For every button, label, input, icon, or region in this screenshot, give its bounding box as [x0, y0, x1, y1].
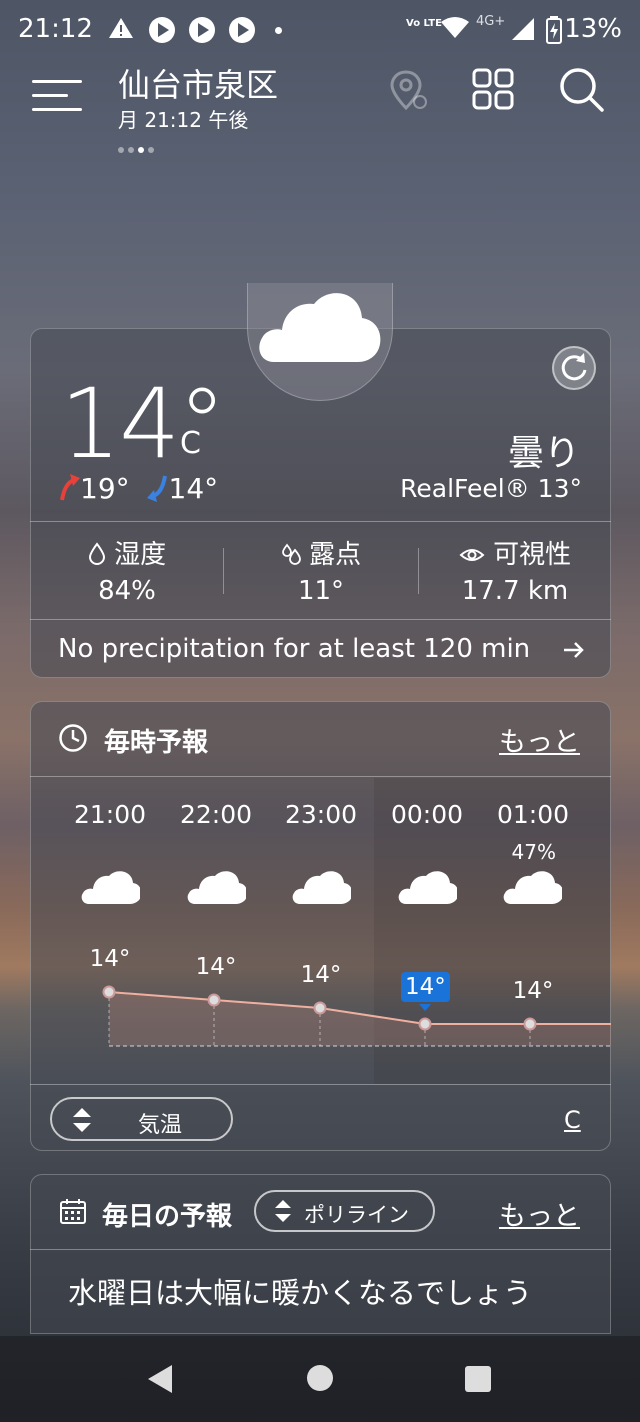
hour-temperature: 14° [89, 946, 131, 972]
temperature-point[interactable] [313, 1001, 327, 1015]
metric-toggle-label: 気温 [138, 1113, 183, 1138]
high-low: 19° 14° [58, 472, 218, 505]
temperature-unit: C [180, 426, 201, 461]
cloud-icon [503, 871, 562, 904]
warning-icon [109, 18, 133, 38]
home-icon[interactable] [306, 1364, 334, 1392]
droplet-icon [88, 542, 105, 565]
up-down-arrows-icon [73, 1108, 91, 1132]
unit-toggle[interactable]: C [564, 1106, 581, 1134]
daily-view-toggle[interactable]: ポリライン [254, 1190, 435, 1232]
selected-hour-temperature: 14° [401, 972, 450, 1002]
humidity-label: 湿度 [30, 534, 224, 571]
recents-icon[interactable] [464, 1365, 492, 1393]
humidity-label-text: 湿度 [114, 540, 167, 570]
badge-pointer [419, 1004, 431, 1011]
current-temperature: 14° [60, 368, 226, 480]
hourly-title: 毎時予報 [104, 728, 209, 758]
back-icon[interactable] [146, 1364, 174, 1394]
menu-button[interactable] [28, 74, 88, 118]
search-icon[interactable] [558, 66, 606, 114]
daily-more-link[interactable]: もっと [499, 1194, 580, 1233]
condition-text: 曇り [507, 433, 580, 474]
play-notification-icon [229, 17, 255, 43]
selected-hour-badge: 14° [401, 972, 450, 1002]
play-notification-icon [149, 17, 175, 43]
card-divider [30, 1249, 611, 1250]
daily-title: 毎日の予報 [102, 1202, 233, 1232]
card-divider [30, 521, 611, 522]
card-divider [30, 1084, 611, 1085]
cloud-icon [398, 871, 457, 904]
more-notifications-dot [275, 27, 282, 34]
up-down-arrows-icon [275, 1200, 291, 1222]
hour-time[interactable]: 23:00 [268, 800, 374, 829]
hour-temperature: 14° [195, 954, 237, 980]
calendar-icon [60, 1199, 86, 1224]
cloud-icon [259, 293, 381, 362]
visibility-label: 可視性 [418, 534, 612, 571]
hourly-more-link[interactable]: もっと [499, 720, 580, 759]
menu-icon-line [32, 94, 68, 97]
cloud-icon [81, 871, 140, 904]
daily-view-label: ポリライン [304, 1203, 409, 1227]
hour-time[interactable]: 21:00 [57, 800, 163, 829]
visibility-label-text: 可視性 [493, 540, 572, 570]
temperature-point[interactable] [207, 993, 221, 1007]
temperature-point[interactable] [102, 985, 116, 999]
humidity-value: 84% [98, 576, 156, 606]
refresh-icon [561, 353, 587, 381]
dewpoint-label-text: 露点 [309, 540, 362, 570]
arrow-right-icon[interactable] [562, 640, 586, 660]
menu-icon [32, 80, 82, 83]
visibility-value: 17.7 km [461, 576, 569, 606]
hour-temperature: 14° [300, 962, 342, 988]
system-nav-bar [0, 1336, 640, 1422]
high-arrow-icon [60, 474, 80, 501]
network-type: 4G+ [476, 14, 506, 29]
play-notification-icon [189, 17, 215, 43]
cloud-icon [292, 871, 351, 904]
card-divider [30, 776, 611, 777]
refresh-button[interactable] [552, 346, 596, 390]
temperature-point[interactable] [418, 1017, 432, 1031]
location-page-indicator [118, 138, 158, 157]
clock-icon [59, 724, 87, 752]
temperature-point[interactable] [523, 1017, 537, 1031]
status-time: 21:12 [18, 14, 93, 44]
dewpoint-value: 11° [297, 576, 345, 606]
hour-time[interactable]: 22:00 [163, 800, 269, 829]
local-datetime: 月 21:12 午後 [118, 108, 249, 132]
battery-charging-icon [546, 16, 562, 44]
high-temperature: 19° [80, 472, 130, 505]
precipitation-forecast[interactable]: No precipitation for at least 120 min [58, 634, 530, 664]
dew-icon [281, 543, 301, 565]
eye-icon [459, 549, 485, 561]
signal-icon [512, 18, 534, 40]
realfeel: RealFeel® 13° [400, 474, 582, 503]
wifi-icon [441, 17, 469, 38]
low-temperature: 14° [168, 472, 219, 505]
dewpoint-label: 露点 [224, 534, 418, 571]
low-arrow-icon [146, 475, 167, 502]
hour-temperature: 14° [512, 978, 554, 1004]
precip-probability: 47% [511, 840, 556, 864]
cloud-icon [187, 871, 246, 904]
hour-time[interactable]: 00:00 [374, 800, 480, 829]
hour-time[interactable]: 01:00 [480, 800, 586, 829]
location-pin-icon[interactable] [386, 68, 430, 112]
metric-toggle[interactable]: 気温 [50, 1097, 233, 1141]
card-divider [30, 619, 611, 620]
menu-icon-line [32, 108, 82, 111]
volte-icon: Vo LTE [406, 18, 442, 29]
city-name[interactable]: 仙台市泉区 [118, 60, 278, 106]
daily-headline[interactable]: 水曜日は大幅に暖かくなるでしょう [68, 1270, 532, 1312]
grid-icon[interactable] [472, 68, 516, 112]
battery-percent: 13% [564, 14, 622, 44]
status-bar: 21:12 Vo LTE 4G+ 13% [0, 0, 640, 60]
